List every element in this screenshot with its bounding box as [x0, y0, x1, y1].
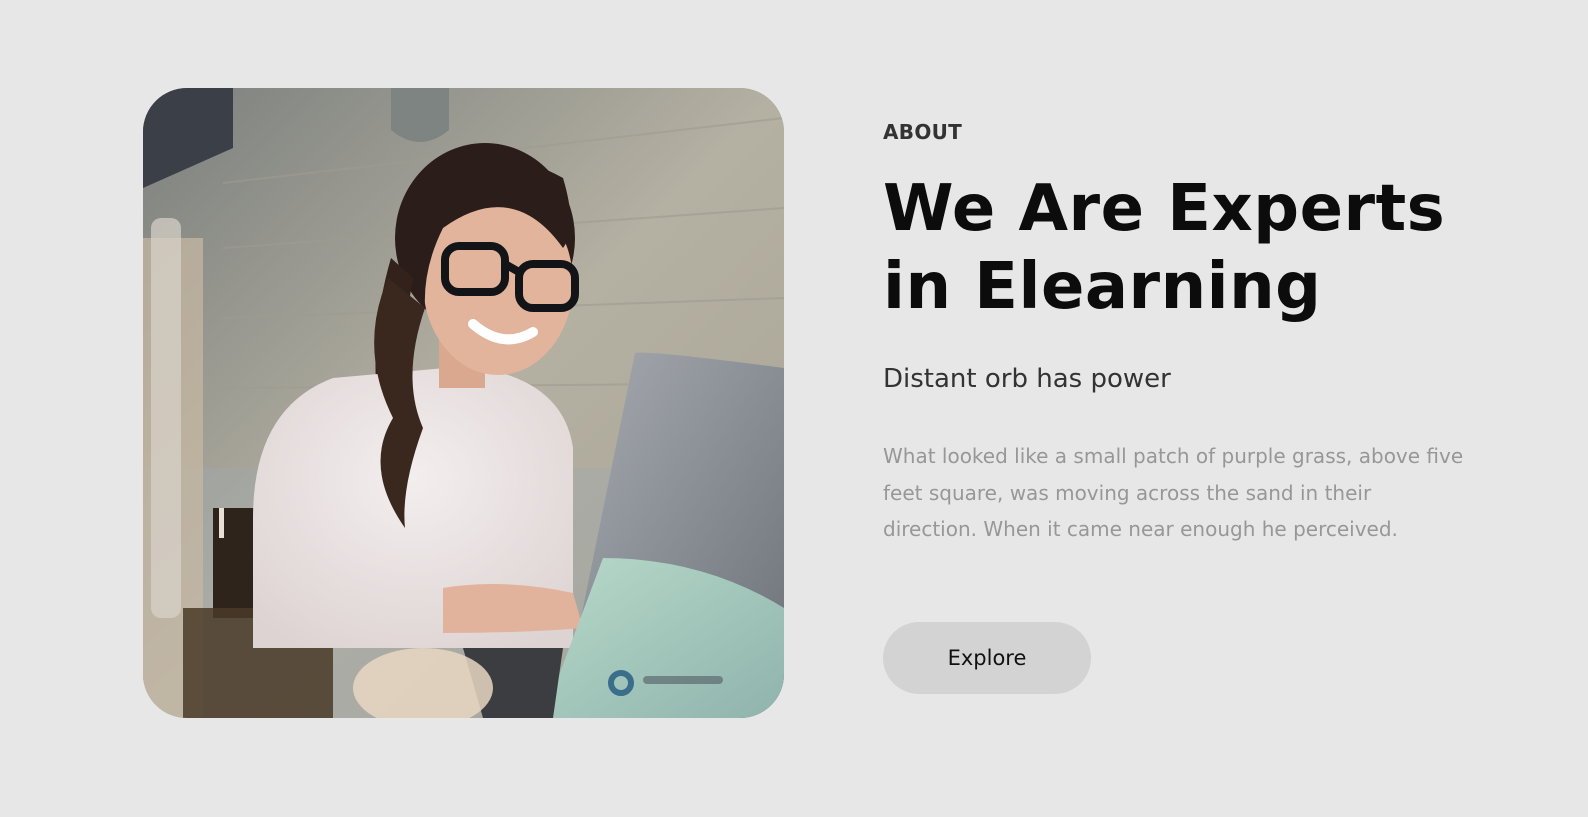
page-title-line-2: in Elearning — [883, 250, 1322, 324]
section-eyebrow: ABOUT — [883, 120, 963, 144]
about-section: ABOUT We Are Experts in Elearning Distan… — [0, 0, 1588, 817]
subheadline: Distant orb has power — [883, 364, 1171, 394]
description-text: What looked like a small patch of purple… — [883, 444, 1464, 541]
explore-button[interactable]: Explore — [883, 622, 1091, 694]
page-title-line-1: We Are Experts — [883, 172, 1446, 246]
page-title: We Are Experts in Elearning — [883, 170, 1483, 326]
woman-laptop-photo — [143, 88, 784, 718]
